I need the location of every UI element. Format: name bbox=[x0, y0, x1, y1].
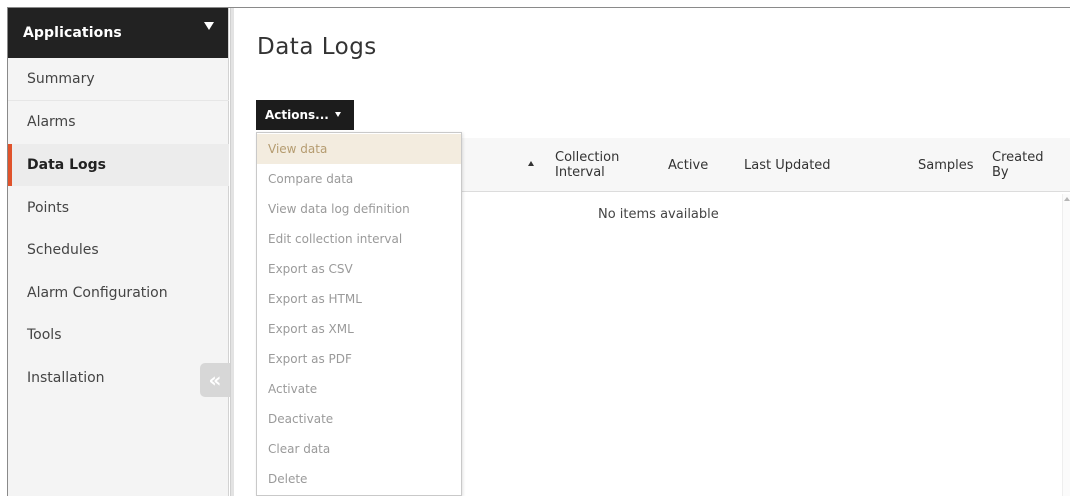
menu-item-label: Export as XML bbox=[268, 322, 354, 336]
menu-item-label: View data bbox=[268, 142, 328, 156]
column-label: Samples bbox=[918, 157, 974, 173]
caret-down-icon[interactable] bbox=[204, 22, 214, 30]
sidebar-item-data-logs[interactable]: Data Logs bbox=[8, 144, 229, 186]
menu-item-compare-data[interactable]: Compare data bbox=[257, 164, 461, 194]
collapse-sidebar-button[interactable]: « bbox=[200, 363, 230, 397]
menu-item-delete[interactable]: Delete bbox=[257, 464, 461, 494]
menu-item-view-data-log-definition[interactable]: View data log definition bbox=[257, 194, 461, 224]
menu-item-label: Deactivate bbox=[268, 412, 334, 426]
menu-item-label: Export as HTML bbox=[268, 292, 362, 306]
caret-down-icon bbox=[334, 111, 341, 117]
sidebar-item-installation[interactable]: Installation bbox=[8, 357, 229, 399]
grid-scrollbar[interactable] bbox=[1062, 194, 1070, 496]
column-header-collection-interval[interactable]: Collection Interval bbox=[555, 138, 645, 192]
sidebar-item-tools[interactable]: Tools bbox=[8, 314, 229, 356]
sidebar-item-schedules[interactable]: Schedules bbox=[8, 229, 229, 271]
column-header-created-by[interactable]: Created By bbox=[992, 138, 1062, 192]
column-label: Last Updated bbox=[744, 157, 831, 173]
menu-item-clear-data[interactable]: Clear data bbox=[257, 434, 461, 464]
page-title: Data Logs bbox=[257, 34, 377, 60]
sidebar-item-alarms[interactable]: Alarms bbox=[8, 101, 229, 143]
empty-message: No items available bbox=[598, 207, 719, 222]
column-label: Created By bbox=[992, 150, 1044, 180]
sidebar-item-label: Schedules bbox=[27, 242, 99, 258]
grid-header: Collection Interval Active Last Updated … bbox=[462, 138, 1070, 192]
sidebar-item-label: Summary bbox=[27, 71, 95, 87]
sidebar-item-label: Alarm Configuration bbox=[27, 285, 168, 301]
menu-item-export-pdf[interactable]: Export as PDF bbox=[257, 344, 461, 374]
menu-item-label: Compare data bbox=[268, 172, 354, 186]
sidebar-item-points[interactable]: Points bbox=[8, 187, 229, 229]
column-header-samples[interactable]: Samples bbox=[918, 138, 986, 192]
sidebar-item-summary[interactable]: Summary bbox=[8, 58, 229, 100]
sidebar-item-label: Alarms bbox=[27, 114, 76, 130]
menu-item-export-csv[interactable]: Export as CSV bbox=[257, 254, 461, 284]
sidebar-item-label: Installation bbox=[27, 370, 105, 386]
menu-item-label: View data log definition bbox=[268, 202, 410, 216]
sidebar: Applications Summary Alarms Data Logs Po… bbox=[8, 8, 230, 496]
menu-item-label: Edit collection interval bbox=[268, 232, 403, 246]
menu-item-export-xml[interactable]: Export as XML bbox=[257, 314, 461, 344]
sidebar-item-alarm-configuration[interactable]: Alarm Configuration bbox=[8, 272, 229, 314]
sidebar-item-label: Data Logs bbox=[27, 157, 106, 173]
menu-item-export-html[interactable]: Export as HTML bbox=[257, 284, 461, 314]
column-label: Collection Interval bbox=[555, 150, 620, 180]
actions-label: Actions... bbox=[265, 108, 329, 122]
column-header-active[interactable]: Active bbox=[668, 138, 728, 192]
sidebar-item-label: Tools bbox=[27, 327, 62, 343]
sort-ascending-icon[interactable] bbox=[528, 161, 534, 166]
menu-item-label: Export as CSV bbox=[268, 262, 353, 276]
double-chevron-left-icon: « bbox=[208, 368, 222, 392]
menu-item-activate[interactable]: Activate bbox=[257, 374, 461, 404]
sidebar-item-label: Points bbox=[27, 200, 70, 216]
sidebar-splitter[interactable] bbox=[230, 8, 234, 496]
menu-item-edit-collection-interval[interactable]: Edit collection interval bbox=[257, 224, 461, 254]
applications-header[interactable]: Applications bbox=[8, 8, 228, 58]
menu-item-label: Export as PDF bbox=[268, 352, 352, 366]
applications-title: Applications bbox=[23, 25, 122, 41]
menu-item-label: Clear data bbox=[268, 442, 331, 456]
menu-item-view-data[interactable]: View data bbox=[257, 134, 461, 164]
actions-menu: View data Compare data View data log def… bbox=[256, 132, 462, 496]
actions-button[interactable]: Actions... bbox=[256, 100, 354, 130]
menu-item-deactivate[interactable]: Deactivate bbox=[257, 404, 461, 434]
menu-item-label: Delete bbox=[268, 472, 308, 486]
column-label: Active bbox=[668, 157, 709, 173]
scroll-up-icon[interactable] bbox=[1064, 197, 1070, 201]
column-header-last-updated[interactable]: Last Updated bbox=[744, 138, 904, 192]
menu-item-label: Activate bbox=[268, 382, 318, 396]
